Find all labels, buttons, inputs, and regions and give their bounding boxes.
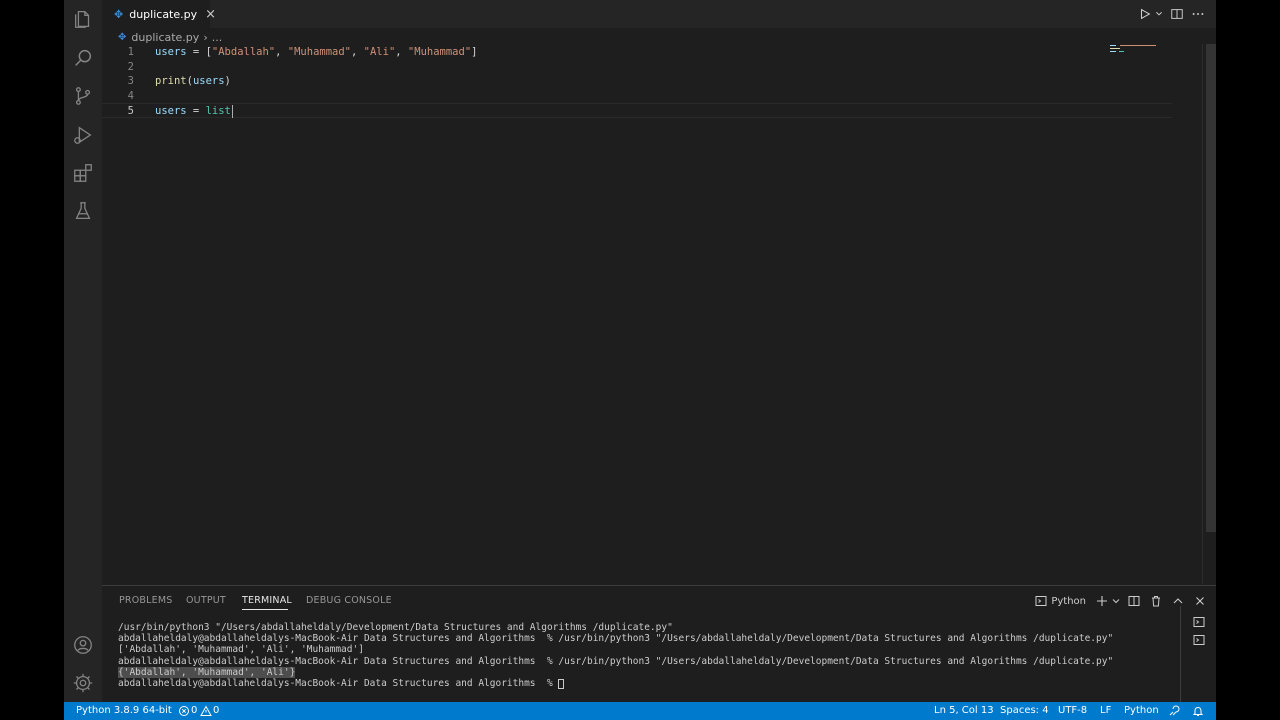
split-editor-icon[interactable]: [1170, 7, 1184, 21]
notifications-bell-icon[interactable]: [1192, 705, 1204, 717]
terminal-tabs-list: [1180, 606, 1216, 702]
vscode-window: ✥ duplicate.py × ✥ duplicate.py › ... 1 …: [64, 0, 1216, 720]
token-punctuation: ): [224, 75, 231, 87]
search-icon[interactable]: [72, 47, 94, 69]
terminal-name: Python: [1051, 595, 1086, 607]
tab-debug-console[interactable]: DEBUG CONSOLE: [306, 595, 392, 606]
line-number: 1: [127, 46, 134, 58]
token-punctuation: ,: [351, 46, 364, 58]
run-python-file-icon[interactable]: [1138, 7, 1152, 21]
accounts-icon[interactable]: [72, 634, 94, 656]
line-number: 2: [127, 60, 134, 73]
run-chevron-down-icon[interactable]: [1152, 7, 1162, 21]
tab-label: duplicate.py: [129, 7, 198, 21]
terminal-line-selected: {'Abdallah', 'Muhammad', 'Ali'}: [118, 666, 1113, 678]
python-interpreter[interactable]: Python 3.8.9 64-bit: [76, 704, 172, 718]
cursor-position[interactable]: Ln 5, Col 13: [934, 704, 994, 718]
terminal-selector[interactable]: Python: [1035, 595, 1086, 607]
activity-bar: [64, 0, 102, 702]
breadcrumb: ✥ duplicate.py › ...: [118, 29, 222, 45]
extensions-icon[interactable]: [72, 162, 94, 184]
code-line[interactable]: 1 users = ["Abdallah", "Muhammad", "Ali"…: [102, 45, 1172, 60]
bottom-panel: PROBLEMS OUTPUT TERMINAL DEBUG CONSOLE P…: [102, 585, 1216, 702]
status-bar: Python 3.8.9 64-bit 0 0 Ln 5, Col 13 Spa…: [64, 702, 1216, 720]
terminal-line: abdallaheldaly@abdallaheldalys-MacBook-A…: [118, 633, 1114, 645]
text-cursor: [231, 104, 233, 118]
overview-ruler: [1202, 44, 1203, 584]
explorer-icon[interactable]: [72, 8, 94, 30]
terminal-prompt: abdallaheldaly@abdallaheldalys-MacBook-A…: [118, 678, 559, 690]
breadcrumb-file[interactable]: duplicate.py: [131, 31, 199, 44]
split-terminal-icon[interactable]: [1128, 595, 1140, 607]
terminal-icon: [1035, 595, 1047, 607]
line-number: 5: [127, 105, 134, 117]
python-file-icon: ✥: [118, 31, 127, 43]
terminal-line: /usr/bin/python3 "/Users/abdallaheldaly/…: [118, 622, 673, 633]
token-variable: users: [192, 75, 225, 87]
more-actions-icon[interactable]: [1191, 7, 1205, 21]
terminal-instance-icon[interactable]: [1193, 634, 1205, 646]
token-string: "Muhammad": [287, 46, 351, 58]
code-line[interactable]: 4: [102, 89, 1172, 104]
terminal-selection: {'Abdallah', 'Muhammad', 'Ali'}: [118, 666, 296, 678]
terminal-prompt-line: abdallaheldaly@abdallaheldalys-MacBook-A…: [118, 678, 1113, 689]
error-icon[interactable]: [178, 705, 190, 717]
terminal-line: ['Abdallah', 'Muhammad', 'Ali', 'Muhamma…: [118, 644, 364, 656]
new-terminal-plus-icon[interactable]: [1096, 595, 1108, 607]
python-file-icon: ✥: [114, 7, 124, 21]
code-line[interactable]: 3 print(users): [102, 74, 1172, 89]
terminal-cursor: [558, 678, 565, 689]
breadcrumb-separator: ›: [203, 30, 208, 44]
terminal-instance-icon[interactable]: [1193, 616, 1205, 628]
settings-gear-icon[interactable]: [72, 672, 94, 694]
terminal-output[interactable]: /usr/bin/python3 "/Users/abdallaheldaly/…: [118, 622, 1113, 689]
warning-icon[interactable]: [200, 705, 212, 717]
token-punctuation: ,: [395, 46, 408, 58]
token-operator: =: [186, 105, 206, 117]
code-line-current[interactable]: 5 users = list: [102, 103, 1172, 118]
terminal-line: abdallaheldaly@abdallaheldalys-MacBook-A…: [118, 655, 1114, 667]
language-mode[interactable]: Python: [1124, 704, 1159, 718]
run-debug-icon[interactable]: [72, 124, 94, 146]
token-punctuation: ,: [275, 46, 288, 58]
testing-flask-icon[interactable]: [72, 200, 94, 222]
code-line[interactable]: 2: [102, 60, 1172, 75]
token-variable: users: [155, 105, 187, 117]
token-variable: users: [155, 46, 187, 58]
error-count[interactable]: 0: [191, 704, 197, 718]
tab-problems[interactable]: PROBLEMS: [119, 595, 172, 606]
editor-scrollbar[interactable]: [1206, 44, 1216, 532]
tab-close-icon[interactable]: ×: [205, 8, 216, 21]
kill-terminal-trash-icon[interactable]: [1150, 595, 1162, 607]
minimap[interactable]: [1110, 44, 1200, 56]
warning-count[interactable]: 0: [213, 704, 219, 718]
tab-bar: ✥ duplicate.py ×: [102, 0, 1216, 28]
terminal-chevron-down-icon[interactable]: [1110, 595, 1120, 607]
source-control-icon[interactable]: [72, 85, 94, 107]
tab-output[interactable]: OUTPUT: [186, 595, 226, 606]
file-encoding[interactable]: UTF-8: [1058, 704, 1087, 718]
active-tab-indicator: [242, 609, 288, 610]
line-number: 4: [127, 89, 134, 102]
end-of-line[interactable]: LF: [1100, 704, 1111, 718]
token-string: "Muhammad": [407, 46, 472, 58]
token-function: print: [155, 75, 187, 87]
line-number: 3: [127, 75, 134, 87]
token-string: "Abdallah": [211, 46, 276, 58]
tab-duplicate-py[interactable]: ✥ duplicate.py ×: [102, 0, 216, 28]
token-punctuation: ]: [471, 46, 478, 58]
breadcrumb-symbols[interactable]: ...: [212, 31, 223, 44]
editor-area: ✥ duplicate.py × ✥ duplicate.py › ... 1 …: [102, 0, 1216, 585]
code-editor[interactable]: 1 users = ["Abdallah", "Muhammad", "Ali"…: [102, 45, 1172, 118]
token-operator: = [: [186, 46, 212, 58]
token-type: list: [205, 105, 231, 117]
indentation[interactable]: Spaces: 4: [1000, 704, 1049, 718]
token-string: "Ali": [363, 46, 396, 58]
feedback-icon[interactable]: [1168, 705, 1180, 717]
tab-terminal[interactable]: TERMINAL: [242, 595, 292, 606]
